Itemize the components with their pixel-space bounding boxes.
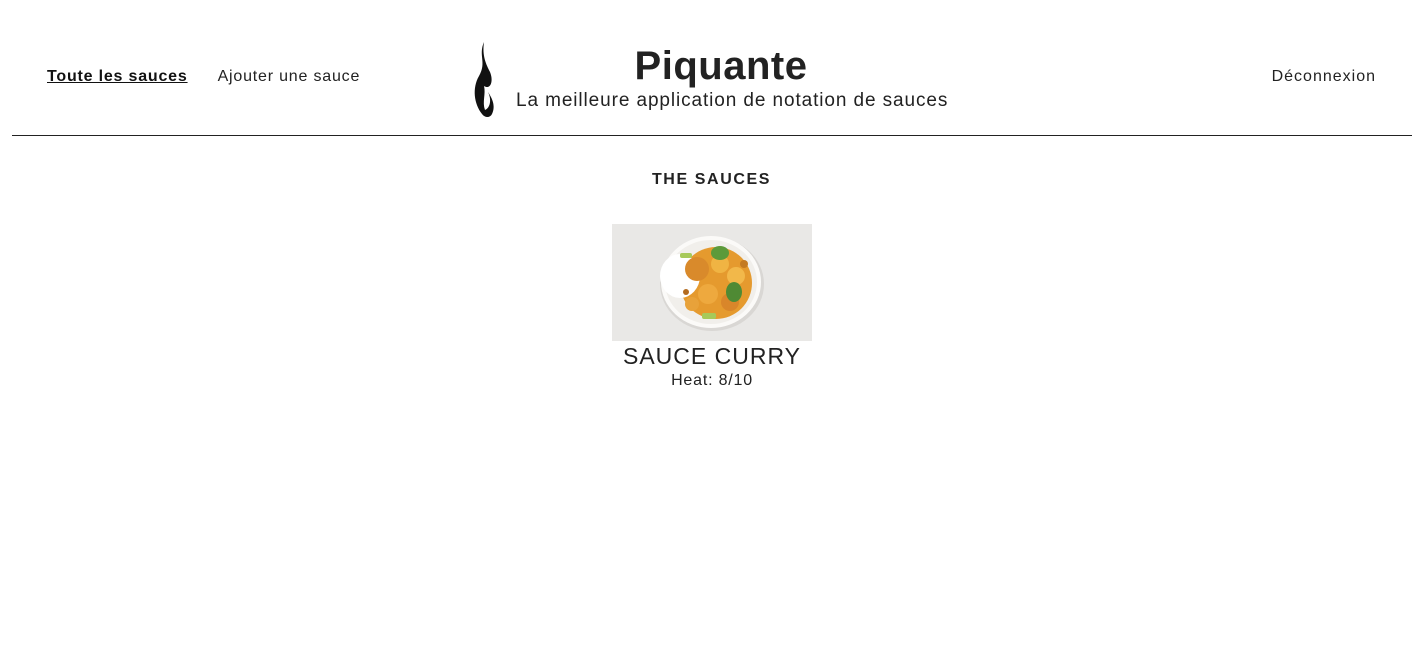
sauce-image — [612, 224, 812, 341]
curry-plate-image — [612, 224, 812, 341]
brand: Piquante La meilleure application de not… — [472, 40, 992, 120]
app-title: Piquante — [634, 44, 808, 88]
app-subtitle: La meilleure application de notation de … — [516, 90, 949, 111]
sauce-card[interactable]: SAUCE CURRY Heat: 8/10 — [612, 224, 812, 390]
nav-add-sauce-link[interactable]: Ajouter une sauce — [218, 68, 361, 86]
nav-all-sauces-link[interactable]: Toute les sauces — [47, 68, 188, 86]
sauce-heat: Heat: 8/10 — [671, 372, 753, 389]
section-title: THE SAUCES — [651, 171, 772, 188]
main-nav: Toute les sauces Ajouter une sauce — [47, 68, 360, 86]
sauce-name: SAUCE CURRY — [623, 343, 801, 369]
site-header: Toute les sauces Ajouter une sauce Piqua… — [12, 0, 1412, 136]
logout-link[interactable]: Déconnexion — [1272, 68, 1376, 86]
